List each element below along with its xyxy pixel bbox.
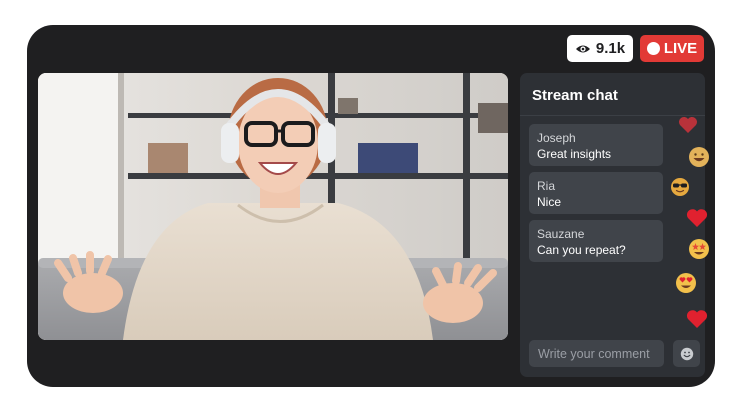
chat-title: Stream chat: [532, 87, 618, 104]
message-author: Ria: [537, 179, 556, 193]
message-author: Joseph: [537, 131, 576, 145]
viewer-count-badge: 9.1k: [567, 35, 633, 62]
chat-message: Joseph Great insights: [529, 124, 663, 166]
eye-icon: [575, 45, 590, 52]
message-author: Sauzane: [537, 227, 585, 241]
live-label: LIVE: [663, 40, 698, 57]
message-text: Nice: [537, 195, 562, 209]
emoji-button[interactable]: [673, 340, 700, 367]
grinning-face-icon: [689, 147, 709, 167]
live-dot-icon: [646, 42, 660, 55]
chat-message: Ria Nice: [529, 172, 663, 214]
smiley-icon: [680, 347, 693, 360]
heart-icon: [686, 310, 708, 328]
message-text: Great insights: [537, 147, 612, 161]
comment-input[interactable]: [529, 340, 664, 367]
viewer-count: 9.1k: [595, 40, 626, 57]
heart-icon: [686, 209, 708, 227]
video-frame: [38, 73, 508, 340]
live-badge: LIVE: [640, 35, 704, 62]
star-struck-face-icon: [689, 239, 709, 259]
video-player[interactable]: [38, 73, 508, 340]
heart-icon: [679, 117, 697, 133]
sunglasses-face-icon: [671, 178, 689, 196]
chat-message: Sauzane Can you repeat?: [529, 220, 663, 262]
message-text: Can you repeat?: [537, 243, 626, 257]
heart-eyes-face-icon: [676, 273, 696, 293]
